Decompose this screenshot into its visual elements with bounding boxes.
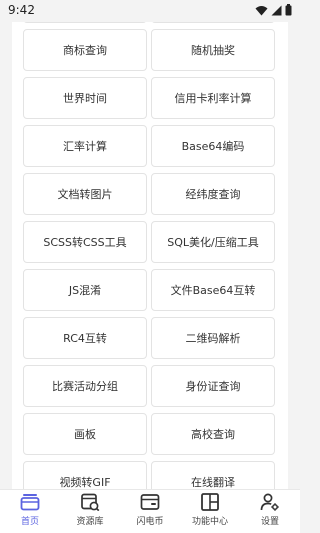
tool-tile[interactable]: 世界时间 bbox=[23, 77, 147, 119]
resource-icon bbox=[81, 493, 100, 511]
tool-tile[interactable]: 比赛活动分组 bbox=[23, 365, 147, 407]
tool-label: 信用卡利率计算 bbox=[174, 92, 252, 105]
tab-settings[interactable]: 设置 bbox=[240, 490, 300, 527]
tab-label: 资源库 bbox=[76, 517, 104, 527]
signal-icon bbox=[271, 5, 282, 15]
status-bar: 9:42 bbox=[0, 0, 300, 22]
tool-label: Base64编码 bbox=[181, 140, 245, 153]
tool-label: 身份证查询 bbox=[185, 380, 241, 393]
home-icon bbox=[20, 494, 40, 511]
tool-label: 在线翻译 bbox=[191, 476, 235, 489]
tool-label: JS混淆 bbox=[68, 284, 102, 297]
tool-tile[interactable]: 画板 bbox=[23, 413, 147, 455]
tool-label: 经纬度查询 bbox=[185, 188, 241, 201]
tool-tile[interactable]: JS混淆 bbox=[23, 269, 147, 311]
tool-tile[interactable]: 经纬度查询 bbox=[151, 173, 275, 215]
tool-label: 比赛活动分组 bbox=[52, 380, 118, 393]
tool-label: 世界时间 bbox=[63, 92, 107, 105]
tool-label: 视频转GIF bbox=[59, 476, 111, 489]
tool-label: SCSS转CSS工具 bbox=[43, 236, 127, 249]
tool-label: 画板 bbox=[74, 428, 96, 441]
tool-tile[interactable]: 汇率计算 bbox=[23, 125, 147, 167]
tool-label: 高校查询 bbox=[191, 428, 235, 441]
bottom-tab-bar: 首页 资源库 闪电币 功能中心 设置 bbox=[0, 489, 300, 533]
tab-resources[interactable]: 资源库 bbox=[60, 490, 120, 527]
tool-label: 文件Base64互转 bbox=[170, 284, 256, 297]
tool-tile[interactable]: 视频转GIF bbox=[23, 461, 147, 489]
settings-icon bbox=[260, 493, 279, 511]
tool-tile[interactable]: 高校查询 bbox=[151, 413, 275, 455]
grid-icon bbox=[201, 493, 219, 511]
tab-label: 功能中心 bbox=[191, 517, 228, 527]
tool-tile[interactable]: 文档转图片 bbox=[23, 173, 147, 215]
wallet-icon bbox=[140, 494, 160, 510]
tool-tile[interactable]: 信用卡利率计算 bbox=[151, 77, 275, 119]
tool-tile[interactable]: RC4互转 bbox=[23, 317, 147, 359]
tool-label: 商标查询 bbox=[63, 44, 107, 57]
tool-tile[interactable]: 随机抽奖 bbox=[151, 29, 275, 71]
status-icons bbox=[255, 4, 292, 16]
tool-tile[interactable]: 二维码解析 bbox=[151, 317, 275, 359]
tool-label: 文档转图片 bbox=[57, 188, 113, 201]
tool-tile[interactable]: SCSS转CSS工具 bbox=[23, 221, 147, 263]
tab-home[interactable]: 首页 bbox=[0, 490, 60, 527]
tab-label: 设置 bbox=[260, 517, 279, 527]
tool-label: 随机抽奖 bbox=[191, 44, 235, 57]
tab-coins[interactable]: 闪电币 bbox=[120, 490, 180, 527]
tab-features[interactable]: 功能中心 bbox=[180, 490, 240, 527]
tool-tile[interactable]: 商标查询 bbox=[23, 29, 147, 71]
tool-grid: 商标查询 随机抽奖世界时间 信用卡利率计算汇率计算 Base64编码文档转图片 经纬度查… bbox=[23, 29, 275, 489]
tool-tile[interactable]: SQL美化/压缩工具 bbox=[151, 221, 275, 263]
tools-panel: 商标查询 随机抽奖世界时间 信用卡利率计算汇率计算 Base64编码文档转图片 经纬度查… bbox=[12, 0, 288, 489]
status-time: 9:42 bbox=[8, 3, 35, 17]
tool-label: 二维码解析 bbox=[185, 332, 241, 345]
tab-label: 闪电币 bbox=[136, 517, 164, 527]
tool-label: RC4互转 bbox=[63, 332, 107, 345]
tool-tile[interactable]: Base64编码 bbox=[151, 125, 275, 167]
tool-tile[interactable]: 身份证查询 bbox=[151, 365, 275, 407]
wifi-icon bbox=[255, 5, 268, 15]
tool-label: SQL美化/压缩工具 bbox=[167, 236, 259, 249]
battery-icon bbox=[285, 4, 292, 16]
tool-label: 汇率计算 bbox=[63, 140, 107, 153]
tool-tile[interactable]: 文件Base64互转 bbox=[151, 269, 275, 311]
tab-label: 首页 bbox=[20, 517, 39, 527]
tool-tile[interactable]: 在线翻译 bbox=[151, 461, 275, 489]
